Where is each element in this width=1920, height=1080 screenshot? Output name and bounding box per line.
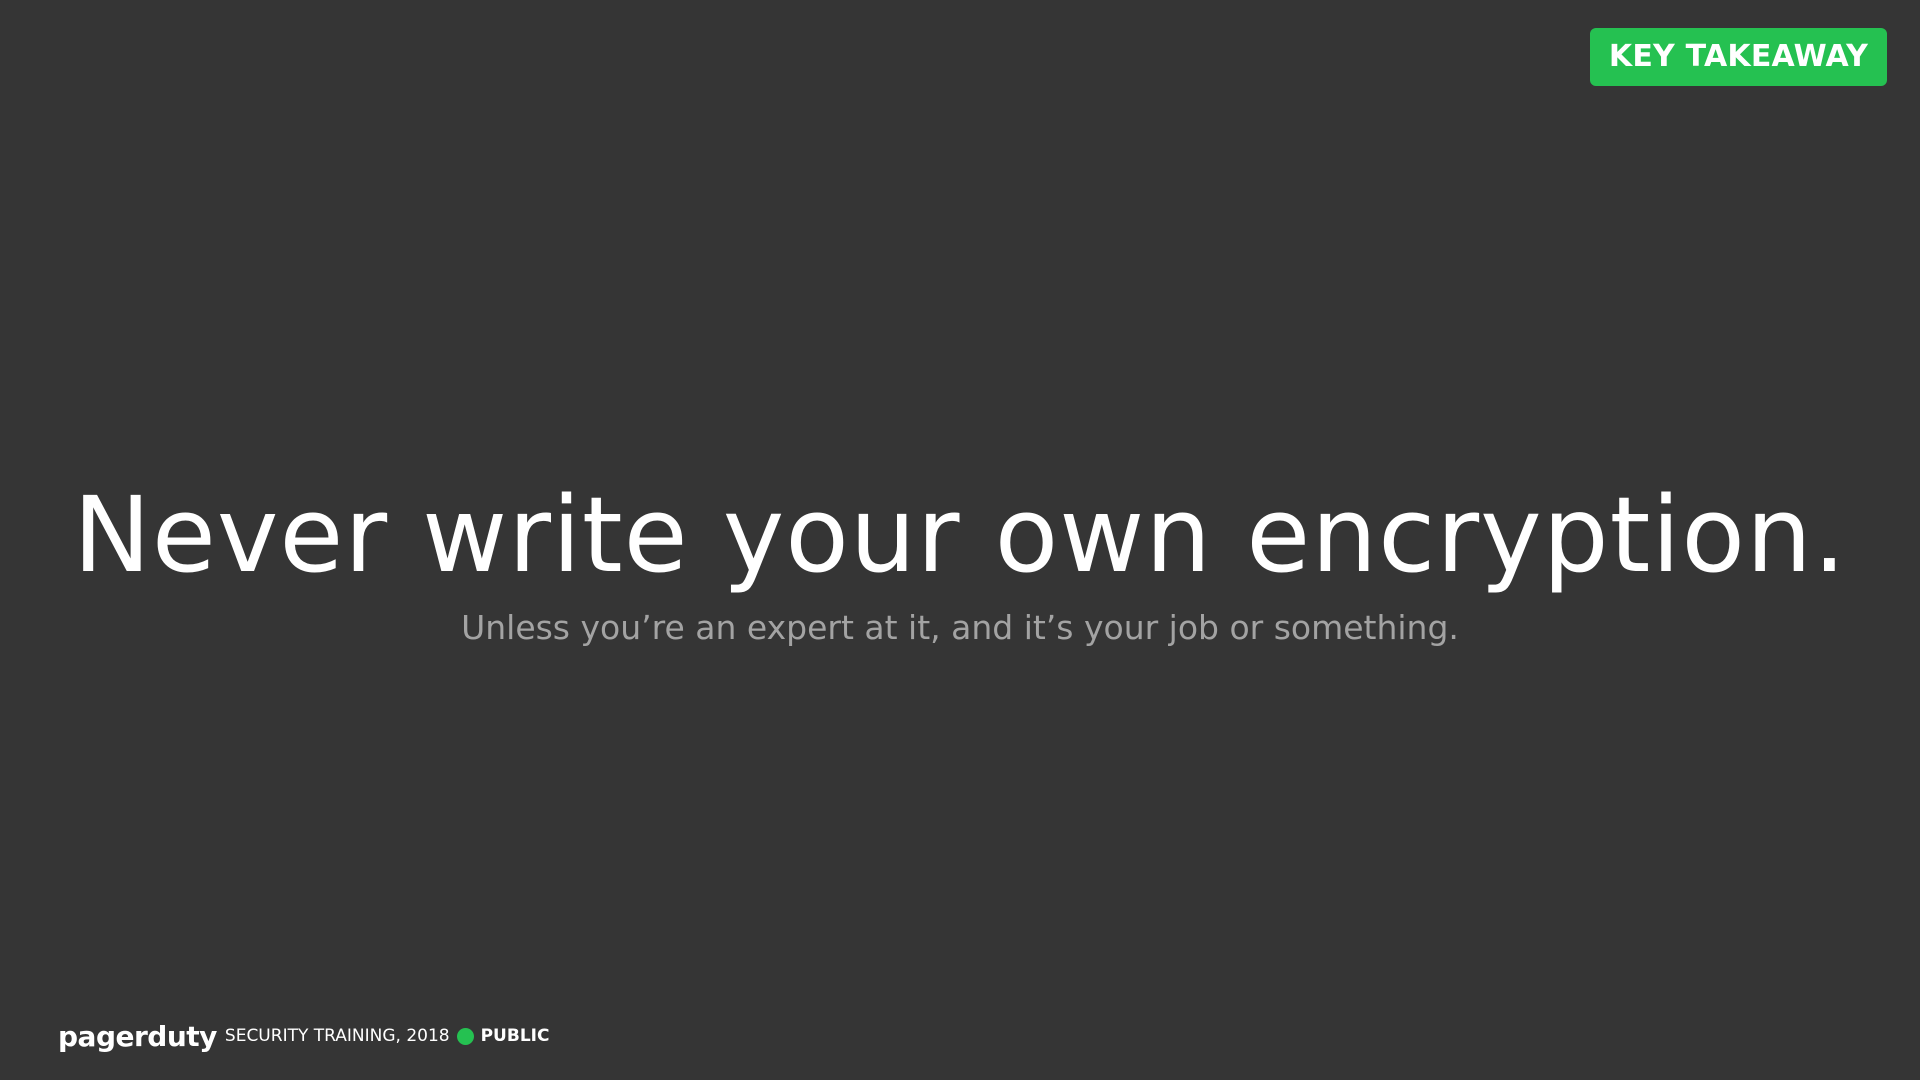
key-takeaway-badge: KEY TAKEAWAY — [1589, 28, 1887, 86]
training-label: SECURITY TRAINING, 2018 — [224, 1026, 450, 1046]
slide-subheadline: Unless you’re an expert at it, and it’s … — [461, 608, 1459, 647]
status-dot-icon — [456, 1027, 474, 1045]
pagerduty-logo: pagerduty — [58, 1019, 217, 1053]
classification-label: PUBLIC — [480, 1026, 550, 1046]
slide: KEY TAKEAWAY Never write your own encryp… — [0, 0, 1920, 1080]
slide-headline: Never write your own encryption. — [73, 474, 1847, 596]
slide-footer: pagerduty SECURITY TRAINING, 2018 PUBLIC — [58, 1019, 550, 1053]
